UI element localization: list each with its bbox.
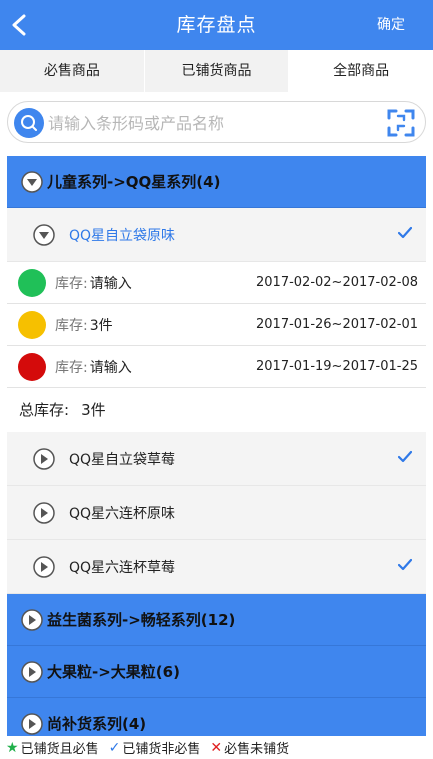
stock-row-week-2[interactable]: 库存: 3件 2017-01-26~2017-02-01 <box>7 304 426 346</box>
checkmark-icon <box>398 226 412 239</box>
expand-circle-icon <box>33 501 55 524</box>
legend-label: 必售未铺货 <box>224 742 290 757</box>
status-dot-yellow <box>18 310 46 339</box>
tab-distributed[interactable]: 已铺货商品 <box>143 50 289 92</box>
expand-circle-icon <box>33 447 55 470</box>
group-label: 儿童系列->QQ星系列(4) <box>47 173 221 191</box>
stock-input[interactable]: 请输入 <box>90 273 132 293</box>
confirm-button[interactable]: 确定 <box>377 0 405 50</box>
product-row-qq-six-cup-strawberry[interactable]: QQ星六连杯草莓 <box>7 540 426 594</box>
total-stock-label: 总库存: <box>19 401 70 419</box>
search-icon <box>14 108 44 138</box>
stock-label: 库存: <box>55 359 88 376</box>
legend-item-star: ★ 已铺货且必售 <box>6 738 99 758</box>
expand-circle-icon <box>21 712 43 735</box>
product-row-qq-six-cup-original[interactable]: QQ星六连杯原味 <box>7 486 426 540</box>
product-list: 儿童系列->QQ星系列(4) QQ星自立袋原味 库存: 请输入 2017-02-… <box>7 156 426 736</box>
legend-item-cross: ✕ 必售未铺货 <box>210 738 290 758</box>
legend-label: 已铺货且必售 <box>20 742 99 757</box>
product-name: QQ星自立袋草莓 <box>69 451 176 468</box>
total-stock-row: 总库存: 3件 <box>7 388 426 432</box>
stock-row-week-3[interactable]: 库存: 请输入 2017-01-19~2017-01-25 <box>7 346 426 388</box>
checkmark-icon <box>398 558 412 571</box>
legend-label: 已铺货非必售 <box>122 742 201 757</box>
group-header-qq-star[interactable]: 儿童系列->QQ星系列(4) <box>7 156 426 208</box>
legend-bar: ★ 已铺货且必售 ✓ 已铺货非必售 ✕ 必售未铺货 <box>0 736 433 759</box>
collapse-circle-icon <box>21 170 43 193</box>
star-icon: ★ <box>6 739 19 756</box>
total-stock-value: 3件 <box>81 401 106 419</box>
tab-must-sell[interactable]: 必售商品 <box>0 50 144 92</box>
date-range: 2017-01-19~2017-01-25 <box>256 359 418 374</box>
stock-label: 库存: <box>55 275 88 292</box>
expand-circle-icon <box>21 608 43 631</box>
group-header-probiotic[interactable]: 益生菌系列->畅轻系列(12) <box>7 594 426 646</box>
group-label: 大果粒->大果粒(6) <box>47 663 180 681</box>
checkmark-icon: ✓ <box>108 739 121 756</box>
date-range: 2017-02-02~2017-02-08 <box>256 275 418 290</box>
expand-circle-icon <box>33 555 55 578</box>
product-row-qq-pouch-original[interactable]: QQ星自立袋原味 <box>7 208 426 262</box>
stock-row-week-1[interactable]: 库存: 请输入 2017-02-02~2017-02-08 <box>7 262 426 304</box>
page-title: 库存盘点 <box>176 14 257 36</box>
status-dot-green <box>18 268 46 297</box>
search-input[interactable] <box>48 108 368 138</box>
tab-bar: 必售商品 已铺货商品 全部商品 <box>0 50 433 92</box>
group-label: 尚补货系列(4) <box>47 715 147 733</box>
status-dot-red <box>18 352 46 381</box>
stock-input[interactable]: 请输入 <box>90 357 132 377</box>
expand-circle-icon <box>21 660 43 683</box>
collapse-circle-icon <box>33 223 55 246</box>
product-name: QQ星六连杯原味 <box>69 505 176 522</box>
group-label: 益生菌系列->畅轻系列(12) <box>47 611 236 629</box>
group-header-restock[interactable]: 尚补货系列(4) <box>7 698 426 736</box>
legend-item-check: ✓ 已铺货非必售 <box>108 738 201 758</box>
stock-input[interactable]: 3件 <box>90 315 113 335</box>
group-header-fruit-grain[interactable]: 大果粒->大果粒(6) <box>7 646 426 698</box>
checkmark-icon <box>398 450 412 463</box>
product-name: QQ星六连杯草莓 <box>69 559 176 576</box>
search-bar <box>7 101 426 143</box>
product-name: QQ星自立袋原味 <box>69 227 176 244</box>
header-bar: 库存盘点 确定 <box>0 0 433 50</box>
cross-icon: ✕ <box>210 739 223 756</box>
date-range: 2017-01-26~2017-02-01 <box>256 317 418 332</box>
stock-label: 库存: <box>55 317 88 334</box>
scan-barcode-icon[interactable] <box>385 107 417 139</box>
product-row-qq-pouch-strawberry[interactable]: QQ星自立袋草莓 <box>7 432 426 486</box>
tab-all-products[interactable]: 全部商品 <box>288 50 433 92</box>
